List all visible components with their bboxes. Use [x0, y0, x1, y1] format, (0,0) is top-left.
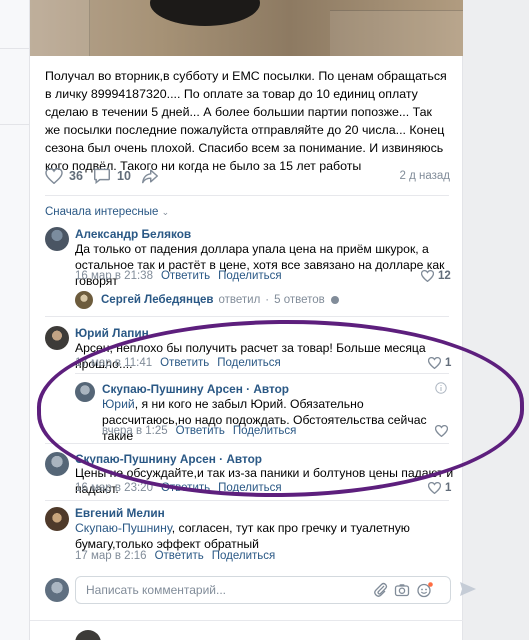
- replies-count: 5 ответов: [274, 294, 325, 306]
- comment-author[interactable]: Скупаю-Пушнину Арсен · Автор: [75, 452, 262, 466]
- share-button[interactable]: [141, 168, 159, 184]
- divider: [0, 48, 29, 49]
- heart-icon: [45, 168, 63, 184]
- avatar[interactable]: [45, 452, 69, 476]
- like-button[interactable]: 36: [45, 168, 83, 184]
- comment-author[interactable]: Скупаю-Пушнину Арсен · Автор: [102, 382, 289, 396]
- comment-count: 10: [117, 169, 131, 183]
- share-link[interactable]: Поделиться: [217, 357, 281, 369]
- sort-label: Сначала интересные: [45, 206, 159, 218]
- reply-link[interactable]: Ответить: [161, 482, 210, 494]
- comment-meta: 17 мар в 11:41 Ответить Поделиться: [75, 357, 281, 369]
- post-text: Получал во вторник,в субботу и ЕМС посыл…: [45, 69, 447, 173]
- comment-text: Скупаю-Пушнину, согласен, тут как про гр…: [75, 520, 450, 552]
- reply-link[interactable]: Ответить: [176, 425, 225, 437]
- comment-meta: 16 мар в 23:20 Ответить Поделиться: [75, 482, 282, 494]
- heart-icon: [428, 357, 441, 369]
- comment-meta: 17 мар в 2:16 Ответить Поделиться: [75, 550, 275, 562]
- share-link[interactable]: Поделиться: [233, 425, 297, 437]
- photo-detail: [150, 0, 260, 26]
- comment-date[interactable]: вчера в 1:25: [102, 425, 168, 437]
- send-icon[interactable]: [459, 581, 477, 597]
- comment-placeholder: Написать комментарий...: [86, 583, 227, 597]
- heart-icon: [435, 425, 448, 437]
- share-link[interactable]: Поделиться: [212, 550, 276, 562]
- mention-link[interactable]: Скупаю-Пушнину: [75, 521, 172, 535]
- share-link[interactable]: Поделиться: [218, 482, 282, 494]
- paperclip-icon[interactable]: [373, 582, 389, 598]
- comment-author[interactable]: Александр Беляков: [75, 227, 191, 241]
- post-card: Получал во вторник,в субботу и ЕМС посыл…: [29, 0, 476, 640]
- comment-icon: [94, 168, 110, 184]
- comment-like-count: 1: [445, 357, 452, 369]
- sort-dropdown[interactable]: Сначала интересные ⌄: [45, 206, 169, 218]
- comment-like-button[interactable]: 1: [428, 482, 451, 494]
- heart-icon: [428, 482, 441, 494]
- comment-author[interactable]: Евгений Мелин: [75, 506, 165, 520]
- post-time[interactable]: 2 д назад: [400, 170, 451, 182]
- share-link[interactable]: Поделиться: [218, 270, 282, 282]
- comment-button[interactable]: 10: [93, 168, 131, 184]
- photo-detail: [30, 0, 90, 56]
- avatar[interactable]: [45, 227, 69, 251]
- avatar[interactable]: [75, 630, 101, 640]
- info-icon[interactable]: [435, 382, 447, 394]
- comment-like-count: 1: [445, 482, 452, 494]
- avatar: [75, 291, 93, 309]
- comment-date[interactable]: 17 мар в 2:16: [75, 550, 147, 562]
- comment-like-count: 12: [438, 270, 451, 282]
- separator-dot: ·: [265, 294, 270, 306]
- post-actions: 36 10 2 д назад: [45, 168, 450, 188]
- comment-date[interactable]: 16 мар в 21:38: [75, 270, 153, 282]
- comment-meta: 16 мар в 21:38 Ответить Поделиться: [75, 270, 282, 282]
- comment-like-button[interactable]: [435, 425, 448, 437]
- like-count: 36: [69, 169, 83, 183]
- chevron-down-icon: ⌄: [161, 207, 170, 217]
- camera-icon[interactable]: [394, 582, 410, 598]
- divider: [45, 195, 449, 196]
- comment-date[interactable]: 17 мар в 11:41: [75, 357, 152, 369]
- avatar[interactable]: [75, 382, 95, 402]
- post-photo[interactable]: [30, 0, 463, 56]
- avatar[interactable]: [45, 507, 69, 531]
- photo-detail: [330, 10, 463, 56]
- avatar[interactable]: [45, 326, 69, 350]
- comment-like-button[interactable]: 1: [428, 357, 451, 369]
- divider: [45, 443, 449, 444]
- divider: [45, 316, 449, 317]
- reply-author: Сергей Лебедянцев: [101, 294, 214, 306]
- comment-author[interactable]: Юрий Лапин: [75, 326, 149, 340]
- comment-like-button[interactable]: 12: [421, 270, 451, 282]
- divider: [0, 124, 29, 125]
- expand-icon: [330, 296, 339, 304]
- replies-summary[interactable]: Сергей Лебедянцев ответил · 5 ответов: [75, 291, 339, 309]
- comment-input[interactable]: Написать комментарий...: [75, 576, 451, 604]
- reply-link[interactable]: Ответить: [160, 357, 209, 369]
- my-avatar: [45, 578, 69, 602]
- mention-link[interactable]: Юрий: [102, 397, 135, 411]
- emoji-icon[interactable]: [416, 582, 434, 598]
- comment-meta: вчера в 1:25 Ответить Поделиться: [102, 425, 296, 437]
- reply-action: ответил: [218, 294, 261, 306]
- divider: [75, 373, 449, 374]
- divider: [30, 620, 463, 621]
- comment-date[interactable]: 16 мар в 23:20: [75, 482, 153, 494]
- share-icon: [142, 169, 158, 184]
- heart-icon: [421, 270, 434, 282]
- reply-link[interactable]: Ответить: [155, 550, 204, 562]
- divider: [45, 500, 449, 501]
- reply-link[interactable]: Ответить: [161, 270, 210, 282]
- left-sidebar-strip: [0, 0, 29, 640]
